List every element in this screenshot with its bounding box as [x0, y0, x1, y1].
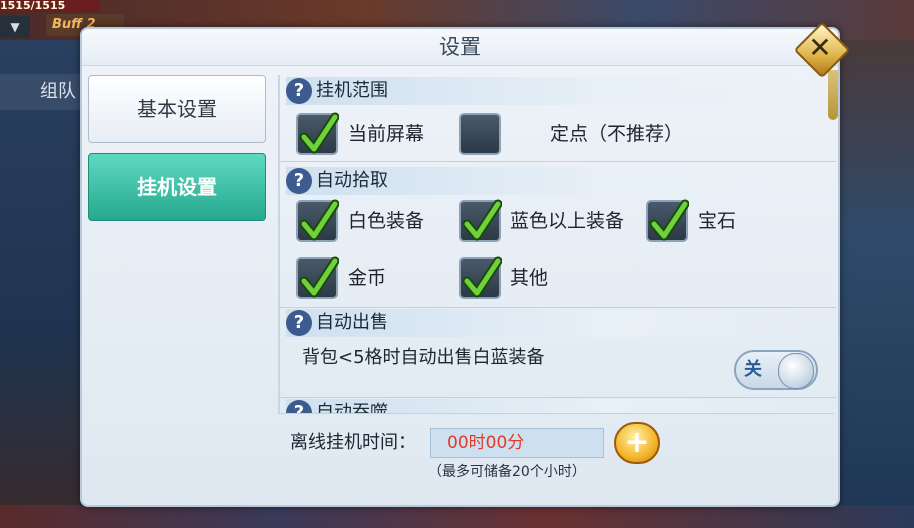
- game-background-right: [836, 40, 914, 528]
- checkmark-icon: [462, 256, 502, 298]
- close-icon: ✕: [808, 31, 832, 64]
- section-title-range: 挂机范围: [316, 80, 388, 101]
- dropdown-toggle[interactable]: ▼: [0, 16, 30, 38]
- auto-sell-description: 背包<5格时自动出售白蓝装备: [302, 347, 545, 368]
- label-current-screen: 当前屏幕: [348, 123, 425, 145]
- offline-section: [278, 413, 834, 506]
- toggle-knob: [778, 353, 814, 389]
- label-gold: 金币: [348, 267, 387, 289]
- checkbox-white-gear[interactable]: [296, 199, 339, 242]
- checkbox-gold[interactable]: [296, 256, 339, 299]
- section-header-sell: ? 自动出售: [286, 309, 826, 337]
- section-header-range: ? 挂机范围: [286, 77, 826, 105]
- tab-basic-settings[interactable]: 基本设置: [88, 75, 266, 143]
- checkmark-icon: [649, 199, 689, 241]
- auto-sell-toggle[interactable]: 关: [734, 350, 818, 390]
- checkmark-icon: [299, 256, 339, 298]
- offline-time-note: （最多可储备20个小时）: [428, 464, 586, 480]
- checkmark-icon: [299, 199, 339, 241]
- label-fixed-point: 定点（不推荐）: [550, 123, 684, 145]
- section-divider: [280, 307, 836, 308]
- section-title-pickup: 自动拾取: [316, 170, 388, 191]
- section-divider: [280, 161, 836, 162]
- player-hp-readout: 1515/1515: [0, 0, 100, 12]
- section-header-devour: ? 自动吞噬: [286, 399, 826, 413]
- checkbox-other[interactable]: [459, 256, 502, 299]
- section-title-devour: 自动吞噬: [316, 402, 388, 413]
- section-divider: [280, 397, 836, 398]
- section-header-pickup: ? 自动拾取: [286, 167, 826, 195]
- label-blue-gear: 蓝色以上装备: [510, 210, 625, 232]
- label-white-gear: 白色装备: [348, 210, 425, 232]
- toggle-state-label: 关: [744, 359, 762, 380]
- offline-time-value: 00时00分: [430, 428, 604, 458]
- checkbox-gems[interactable]: [646, 199, 689, 242]
- game-background-bottom: [0, 505, 914, 528]
- dialog-title: 设置: [82, 29, 838, 66]
- section-title-sell: 自动出售: [316, 312, 388, 333]
- checkbox-blue-gear[interactable]: [459, 199, 502, 242]
- tab-idle-settings[interactable]: 挂机设置: [88, 153, 266, 221]
- offline-time-label: 离线挂机时间：: [290, 432, 416, 453]
- question-icon: ?: [286, 400, 312, 413]
- plus-icon: +: [624, 425, 650, 460]
- close-button[interactable]: ✕: [793, 21, 851, 79]
- checkmark-icon: [299, 112, 339, 154]
- question-icon: ?: [286, 78, 312, 104]
- checkbox-current-screen[interactable]: [296, 112, 339, 155]
- question-icon: ?: [286, 310, 312, 336]
- add-offline-time-button[interactable]: +: [614, 422, 660, 464]
- checkbox-fixed-point[interactable]: [459, 113, 501, 155]
- team-button[interactable]: 组队: [0, 74, 84, 110]
- game-background-left: [0, 40, 80, 528]
- tassel-ornament: [828, 70, 838, 120]
- label-gems: 宝石: [698, 210, 737, 232]
- checkmark-icon: [462, 199, 502, 241]
- label-other: 其他: [510, 267, 549, 289]
- question-icon: ?: [286, 168, 312, 194]
